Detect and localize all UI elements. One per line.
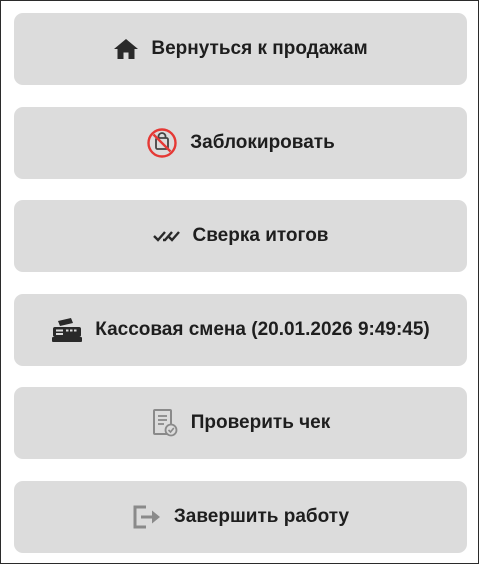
- cash-shift-button[interactable]: Кассовая смена (20.01.2026 9:49:45): [14, 293, 467, 366]
- check-receipt-button[interactable]: Проверить чек: [14, 387, 467, 460]
- finish-work-label: Завершить работу: [173, 505, 350, 527]
- receipt-check-icon: [151, 408, 179, 438]
- lock-button[interactable]: Заблокировать: [14, 106, 467, 179]
- reconcile-totals-label: Сверка итогов: [192, 225, 329, 247]
- back-to-sales-label: Вернуться к продажам: [151, 38, 368, 59]
- cash-shift-label: Кассовая смена (20.01.2026 9:49:45): [95, 318, 430, 340]
- lock-blocked-icon: [146, 127, 178, 159]
- logout-icon: [132, 504, 162, 530]
- check-receipt-label: Проверить чек: [190, 412, 331, 434]
- reconcile-totals-button[interactable]: Сверка итогов: [14, 200, 467, 273]
- cash-register-icon: [51, 317, 83, 343]
- menu-panel: Вернуться к продажам Заблокировать Сверк…: [0, 0, 479, 564]
- double-check-icon: [152, 228, 181, 244]
- finish-work-button[interactable]: Завершить работу: [14, 480, 467, 553]
- action-menu: Вернуться к продажам Заблокировать Сверк…: [14, 13, 467, 553]
- home-icon: [113, 38, 139, 60]
- lock-label: Заблокировать: [190, 131, 335, 153]
- back-to-sales-button[interactable]: Вернуться к продажам: [14, 13, 467, 85]
